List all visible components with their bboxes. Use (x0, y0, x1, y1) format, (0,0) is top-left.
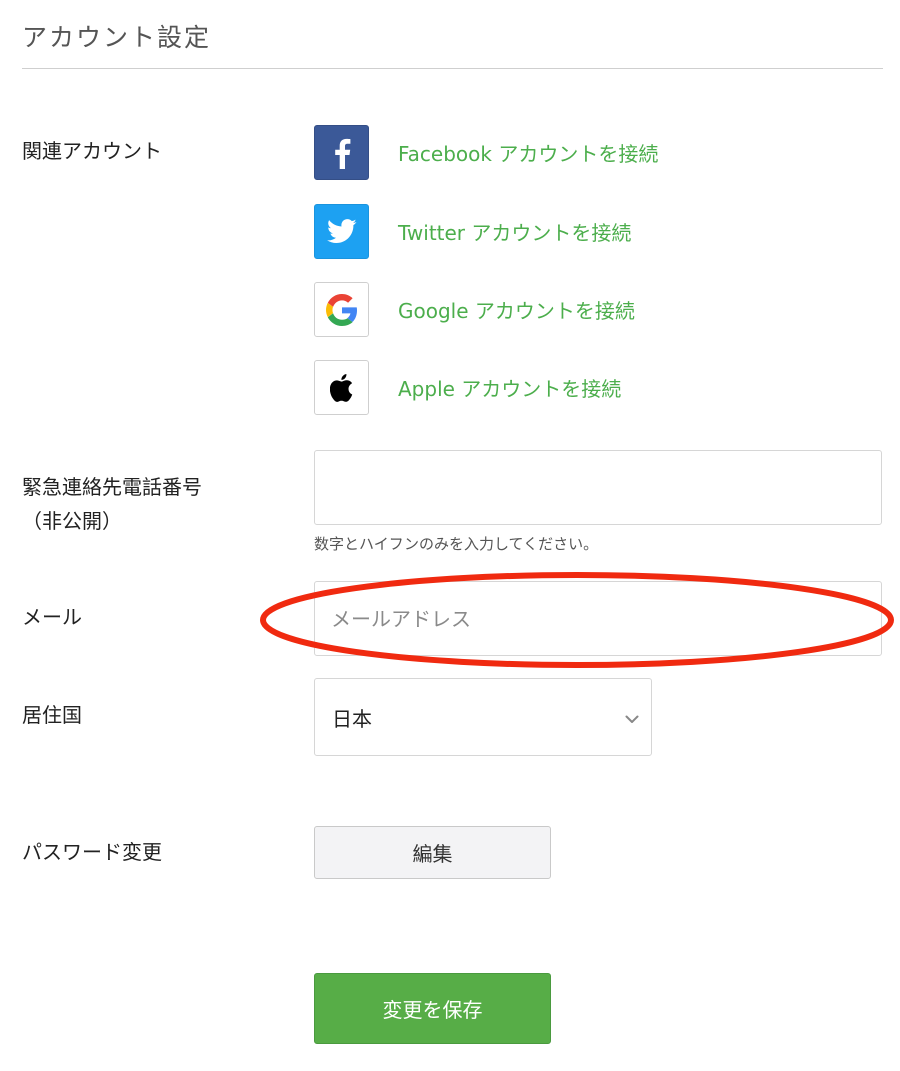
twitter-connect-link[interactable]: Twitter アカウントを接続 (398, 217, 631, 246)
facebook-icon[interactable] (314, 125, 369, 180)
facebook-connect-link[interactable]: Facebook アカウントを接続 (398, 138, 658, 167)
apple-connect-link[interactable]: Apple アカウントを接続 (398, 373, 621, 402)
twitter-icon[interactable] (314, 204, 369, 259)
google-connect-link[interactable]: Google アカウントを接続 (398, 295, 635, 324)
password-edit-button[interactable]: 編集 (314, 826, 551, 879)
google-connect-row: Google アカウントを接続 (314, 281, 635, 338)
title-divider (22, 68, 883, 69)
country-select-value: 日本 (332, 707, 372, 731)
country-select[interactable]: 日本 (314, 678, 652, 756)
emergency-phone-private-note: （非公開） (22, 509, 122, 533)
emergency-phone-label: 緊急連絡先電話番号 (22, 475, 202, 499)
country-label: 居住国 (22, 703, 82, 727)
chevron-down-icon (625, 709, 639, 728)
apple-connect-row: Apple アカウントを接続 (314, 359, 621, 416)
facebook-connect-row: Facebook アカウントを接続 (314, 124, 658, 181)
email-input[interactable] (314, 581, 882, 656)
email-label: メール (22, 605, 82, 629)
apple-icon[interactable] (314, 360, 369, 415)
linked-accounts-label: 関連アカウント (22, 139, 162, 163)
twitter-connect-row: Twitter アカウントを接続 (314, 203, 631, 260)
save-changes-button[interactable]: 変更を保存 (314, 973, 551, 1044)
emergency-phone-help-text: 数字とハイフンのみを入力してください。 (314, 535, 599, 553)
page-title: アカウント設定 (22, 23, 212, 52)
emergency-phone-input[interactable] (314, 450, 882, 525)
password-change-label: パスワード変更 (22, 840, 162, 864)
google-icon[interactable] (314, 282, 369, 337)
